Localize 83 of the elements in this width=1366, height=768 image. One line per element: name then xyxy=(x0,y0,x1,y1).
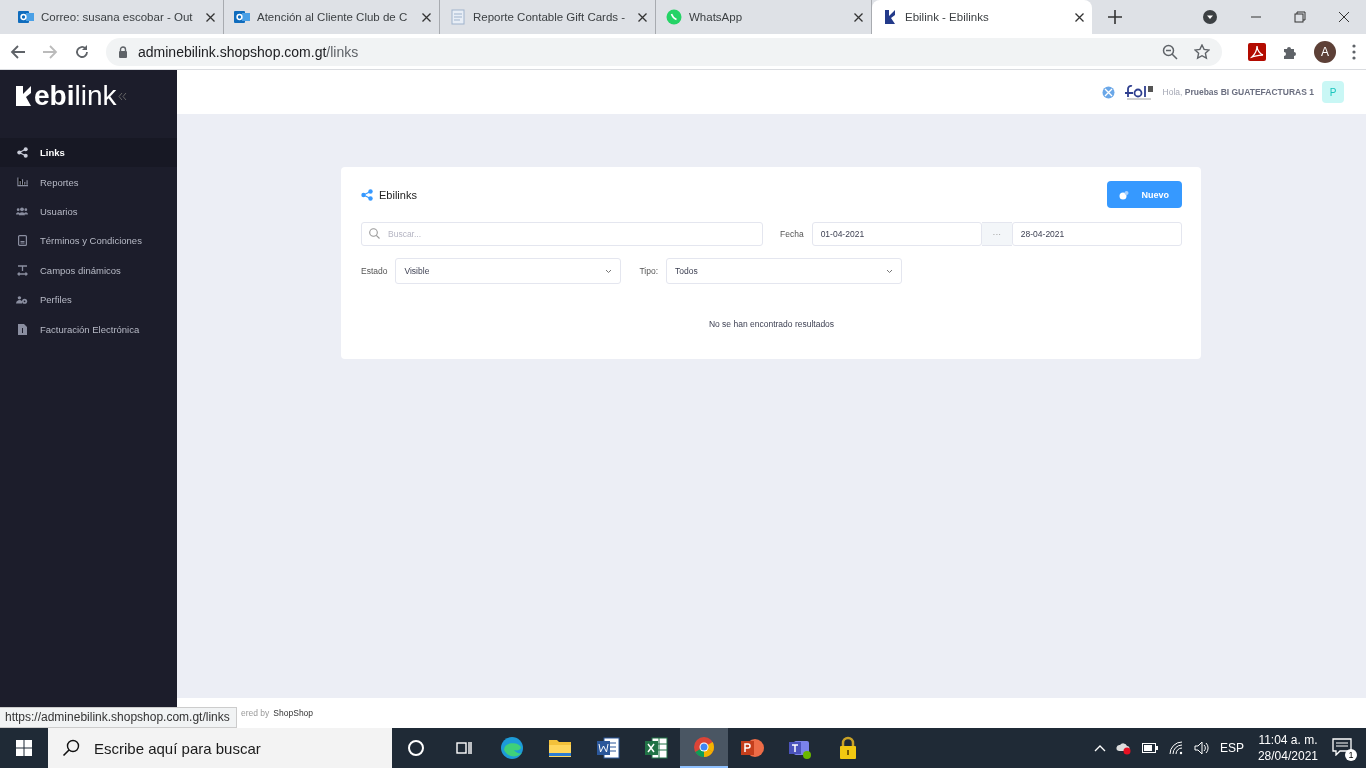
invoice-icon xyxy=(17,323,27,335)
star-icon[interactable] xyxy=(1194,43,1210,60)
type-dropdown[interactable]: Todos xyxy=(666,258,903,284)
status-url: https://adminebilink.shopshop.com.gt/links xyxy=(0,707,237,728)
fel-logo-icon xyxy=(1122,84,1155,100)
cloud-icon[interactable] xyxy=(1115,741,1132,755)
chevron-down-icon xyxy=(886,268,894,274)
sidebar-item[interactable]: Términos y Condiciones xyxy=(0,226,177,256)
date-to-field[interactable]: 28-04-2021 xyxy=(1011,222,1182,246)
lock-icon[interactable] xyxy=(118,45,128,58)
chevron-up-icon[interactable] xyxy=(1093,744,1106,752)
mail-app-icon xyxy=(234,9,250,25)
sidebar-item[interactable]: Reportes xyxy=(0,167,177,197)
close-icon[interactable] xyxy=(206,12,215,22)
address-bar[interactable]: adminebilink.shopshop.com.gt/links xyxy=(106,37,1222,66)
status-dropdown[interactable]: Visible xyxy=(395,258,622,284)
task-view-icon[interactable] xyxy=(455,739,473,757)
users-gear-icon xyxy=(16,294,28,305)
footer-text: ered by xyxy=(241,708,270,718)
back-icon[interactable] xyxy=(10,43,26,60)
clock-time[interactable]: 11:04 a. m. xyxy=(1258,732,1318,748)
close-icon[interactable] xyxy=(638,12,647,22)
close-icon[interactable] xyxy=(422,12,431,22)
folder-icon[interactable] xyxy=(548,738,572,758)
clock-date[interactable]: 28/04/2021 xyxy=(1257,748,1318,764)
dropdown-icon[interactable] xyxy=(1202,9,1218,25)
language-indicator[interactable]: ESP xyxy=(1219,741,1244,755)
date-label: Fecha xyxy=(780,229,804,239)
site-logo-icon xyxy=(882,9,898,25)
empty-message: No se han encontrado resultados xyxy=(707,319,836,329)
sidebar-item[interactable]: Facturación Electrónica xyxy=(0,314,177,344)
share-icon xyxy=(361,188,373,201)
document-icon xyxy=(17,235,27,247)
collapse-icon[interactable] xyxy=(118,91,128,101)
close-icon[interactable] xyxy=(854,12,863,22)
restore-icon[interactable] xyxy=(1294,11,1306,23)
profile-avatar[interactable]: A xyxy=(1314,40,1336,63)
notification-badge: 1 xyxy=(1345,749,1357,761)
word-icon[interactable] xyxy=(596,736,620,760)
circle-icon[interactable] xyxy=(407,739,425,757)
browser-tab[interactable]: Ebilink - Ebilinks xyxy=(872,0,1092,34)
logo-icon xyxy=(16,86,32,106)
pdf-extension-icon[interactable] xyxy=(1248,42,1266,61)
footer-link[interactable]: ShopShop xyxy=(273,708,314,718)
wifi-icon[interactable] xyxy=(1167,741,1184,755)
text-width-icon xyxy=(16,264,28,276)
close-icon[interactable] xyxy=(1075,12,1084,22)
sidebar-item[interactable]: Perfiles xyxy=(0,284,177,315)
search-icon xyxy=(369,228,380,239)
close-icon[interactable] xyxy=(1338,11,1350,23)
windows-icon[interactable] xyxy=(16,740,32,756)
slides-icon[interactable] xyxy=(740,736,764,760)
sidebar-item[interactable]: Usuarios xyxy=(0,196,177,227)
notification-icon[interactable] xyxy=(1332,738,1352,756)
padlock-icon[interactable] xyxy=(838,736,858,760)
mail-app-icon xyxy=(18,9,34,25)
zoom-out-icon[interactable] xyxy=(1162,43,1178,60)
plus-icon[interactable] xyxy=(1108,10,1122,24)
date-separator: ··· xyxy=(981,222,1012,246)
sidebar-item[interactable]: Campos dinámicos xyxy=(0,255,177,285)
share-icon xyxy=(16,147,28,159)
date-from-field[interactable]: 01-04-2021 xyxy=(811,222,982,246)
search-field[interactable]: Buscar... xyxy=(361,222,763,246)
taskbar-search-field[interactable]: Escribe aquí para buscar xyxy=(48,728,392,768)
browser-icon[interactable] xyxy=(500,736,524,760)
sidebar-item[interactable]: Links xyxy=(0,138,177,168)
users-icon xyxy=(16,206,28,217)
more-icon[interactable] xyxy=(1352,43,1356,60)
reload-icon[interactable] xyxy=(74,43,90,60)
chevron-down-icon xyxy=(605,268,613,274)
card-title: Ebilinks xyxy=(379,188,417,201)
search-icon xyxy=(62,739,80,757)
document-icon xyxy=(450,9,466,25)
battery-icon[interactable] xyxy=(1141,743,1158,753)
type-label: Tipo: xyxy=(639,266,659,276)
bar-chart-icon xyxy=(16,177,28,188)
spreadsheet-icon[interactable] xyxy=(644,736,668,760)
speaker-icon[interactable] xyxy=(1193,741,1210,755)
logo-text: ebilink xyxy=(34,80,117,112)
status-label: Estado xyxy=(361,266,388,276)
chat-app-icon xyxy=(666,9,682,25)
greeting-text: Hola, Pruebas BI GUATEFACTURAS 1 xyxy=(1162,87,1314,97)
chrome-icon[interactable] xyxy=(693,736,715,758)
